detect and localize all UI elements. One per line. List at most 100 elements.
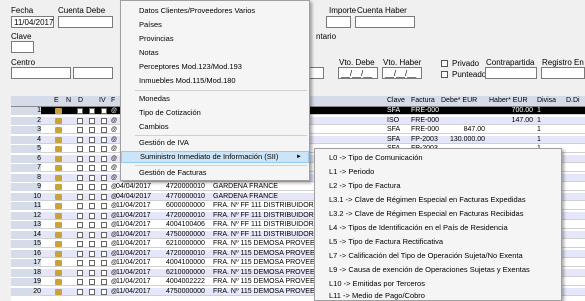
row-checkbox[interactable] — [77, 136, 83, 143]
row-checkbox[interactable] — [77, 212, 83, 219]
row-checkbox[interactable] — [77, 231, 83, 238]
row-checkbox[interactable] — [77, 279, 83, 285]
row-checkbox[interactable] — [101, 269, 107, 276]
cuenta-debe-field[interactable] — [58, 16, 113, 28]
edit-pen-icon[interactable] — [55, 184, 62, 190]
edit-pen-icon[interactable] — [55, 279, 62, 285]
vto-debe-field[interactable]: __/__/__ — [338, 67, 378, 79]
centro-desc-field[interactable] — [73, 67, 113, 79]
row-checkbox[interactable] — [101, 260, 107, 266]
menu-item-notas[interactable]: Notas — [121, 48, 309, 58]
edit-pen-icon[interactable] — [55, 108, 62, 114]
row-checkbox[interactable] — [89, 203, 95, 209]
submenu-item-l10[interactable]: L10 -> Emitidas por Terceros — [315, 279, 561, 289]
menu-item-sii[interactable]: Suministro Inmediato de Información (SII… — [121, 151, 309, 163]
submenu-item-l5[interactable]: L5 -> Tipo de Factura Rectificativa — [315, 237, 561, 247]
menu-item-perceptores[interactable]: Perceptores Mod.123/Mod.193 — [121, 62, 309, 72]
menu-item-gestion-facturas[interactable]: Gestión de Facturas — [121, 168, 309, 178]
menu-item-gestion-iva[interactable]: Gestión de IVA — [121, 138, 309, 148]
punteado-checkbox[interactable] — [441, 71, 448, 78]
edit-pen-icon[interactable] — [55, 136, 62, 143]
privado-checkbox[interactable] — [441, 60, 448, 67]
row-checkbox[interactable] — [101, 193, 107, 200]
row-checkbox[interactable] — [77, 146, 83, 152]
row-checkbox[interactable] — [101, 288, 107, 295]
row-checkbox[interactable] — [101, 108, 107, 114]
fecha-field[interactable]: 11/04/2017 — [11, 16, 54, 28]
row-checkbox[interactable] — [101, 231, 107, 238]
submenu-item-l11[interactable]: L11 -> Medio de Pago/Cobro — [315, 291, 561, 301]
row-checkbox[interactable] — [101, 279, 107, 285]
row-checkbox[interactable] — [89, 241, 95, 247]
menu-item-paises[interactable]: Países — [121, 20, 309, 30]
edit-pen-icon[interactable] — [55, 222, 62, 228]
submenu-item-l4[interactable]: L4 -> Tipos de Identificación en el País… — [315, 223, 561, 233]
row-checkbox[interactable] — [89, 222, 95, 228]
submenu-item-l3-1[interactable]: L3.1 -> Clave de Régimen Especial en Fac… — [315, 195, 561, 205]
row-checkbox[interactable] — [101, 250, 107, 257]
row-checkbox[interactable] — [89, 108, 95, 114]
row-checkbox[interactable] — [89, 212, 95, 219]
row-checkbox[interactable] — [77, 260, 83, 266]
row-checkbox[interactable] — [89, 127, 95, 133]
edit-pen-icon[interactable] — [55, 288, 62, 295]
edit-pen-icon[interactable] — [55, 260, 62, 266]
row-checkbox[interactable] — [77, 241, 83, 247]
row-checkbox[interactable] — [89, 279, 95, 285]
row-checkbox[interactable] — [77, 184, 83, 190]
row-checkbox[interactable] — [89, 193, 95, 200]
row-checkbox[interactable] — [77, 203, 83, 209]
row-checkbox[interactable] — [77, 108, 83, 114]
edit-pen-icon[interactable] — [55, 203, 62, 209]
row-checkbox[interactable] — [89, 136, 95, 143]
row-checkbox[interactable] — [89, 260, 95, 266]
submenu-item-l7[interactable]: L7 -> Calificación del Tipo de Operación… — [315, 251, 561, 261]
row-checkbox[interactable] — [77, 174, 83, 181]
edit-pen-icon[interactable] — [55, 127, 62, 133]
row-checkbox[interactable] — [89, 146, 95, 152]
row-checkbox[interactable] — [77, 117, 83, 124]
clave-field[interactable] — [11, 41, 34, 53]
row-checkbox[interactable] — [77, 193, 83, 200]
edit-pen-icon[interactable] — [55, 250, 62, 257]
submenu-item-l0[interactable]: L0 -> Tipo de Comunicación — [315, 153, 561, 163]
row-checkbox[interactable] — [89, 288, 95, 295]
row-checkbox[interactable] — [89, 165, 95, 171]
row-checkbox[interactable] — [101, 203, 107, 209]
registro-field[interactable] — [541, 67, 585, 79]
row-checkbox[interactable] — [89, 155, 95, 162]
edit-pen-icon[interactable] — [55, 193, 62, 200]
menu-item-monedas[interactable]: Monedas — [121, 94, 309, 104]
row-checkbox[interactable] — [101, 174, 107, 181]
edit-pen-icon[interactable] — [55, 146, 62, 152]
importe-field[interactable] — [326, 16, 351, 28]
row-checkbox[interactable] — [77, 222, 83, 228]
row-checkbox[interactable] — [101, 146, 107, 152]
edit-pen-icon[interactable] — [55, 155, 62, 162]
menu-item-provincias[interactable]: Provincias — [121, 34, 309, 44]
row-checkbox[interactable] — [77, 269, 83, 276]
edit-pen-icon[interactable] — [55, 212, 62, 219]
edit-pen-icon[interactable] — [55, 231, 62, 238]
row-checkbox[interactable] — [77, 127, 83, 133]
submenu-item-l1[interactable]: L1 -> Periodo — [315, 167, 561, 177]
row-checkbox[interactable] — [89, 184, 95, 190]
row-checkbox[interactable] — [89, 269, 95, 276]
row-checkbox[interactable] — [101, 212, 107, 219]
row-checkbox[interactable] — [89, 231, 95, 238]
row-checkbox[interactable] — [101, 155, 107, 162]
contrapartida-field[interactable] — [485, 67, 537, 79]
row-checkbox[interactable] — [101, 136, 107, 143]
submenu-item-l3-2[interactable]: L3.2 -> Clave de Régimen Especial en Fac… — [315, 209, 561, 219]
vto-haber-field[interactable]: __/__/__ — [382, 67, 422, 79]
row-checkbox[interactable] — [101, 127, 107, 133]
row-checkbox[interactable] — [89, 117, 95, 124]
menu-item-cambios[interactable]: Cambios — [121, 122, 309, 132]
edit-pen-icon[interactable] — [55, 174, 62, 181]
menu-item-datos-varios[interactable]: Datos Clientes/Proveedores Varios — [121, 6, 309, 16]
cuenta-haber-field[interactable] — [355, 16, 415, 28]
row-checkbox[interactable] — [77, 250, 83, 257]
row-checkbox[interactable] — [89, 174, 95, 181]
row-checkbox[interactable] — [101, 222, 107, 228]
edit-pen-icon[interactable] — [55, 165, 62, 171]
